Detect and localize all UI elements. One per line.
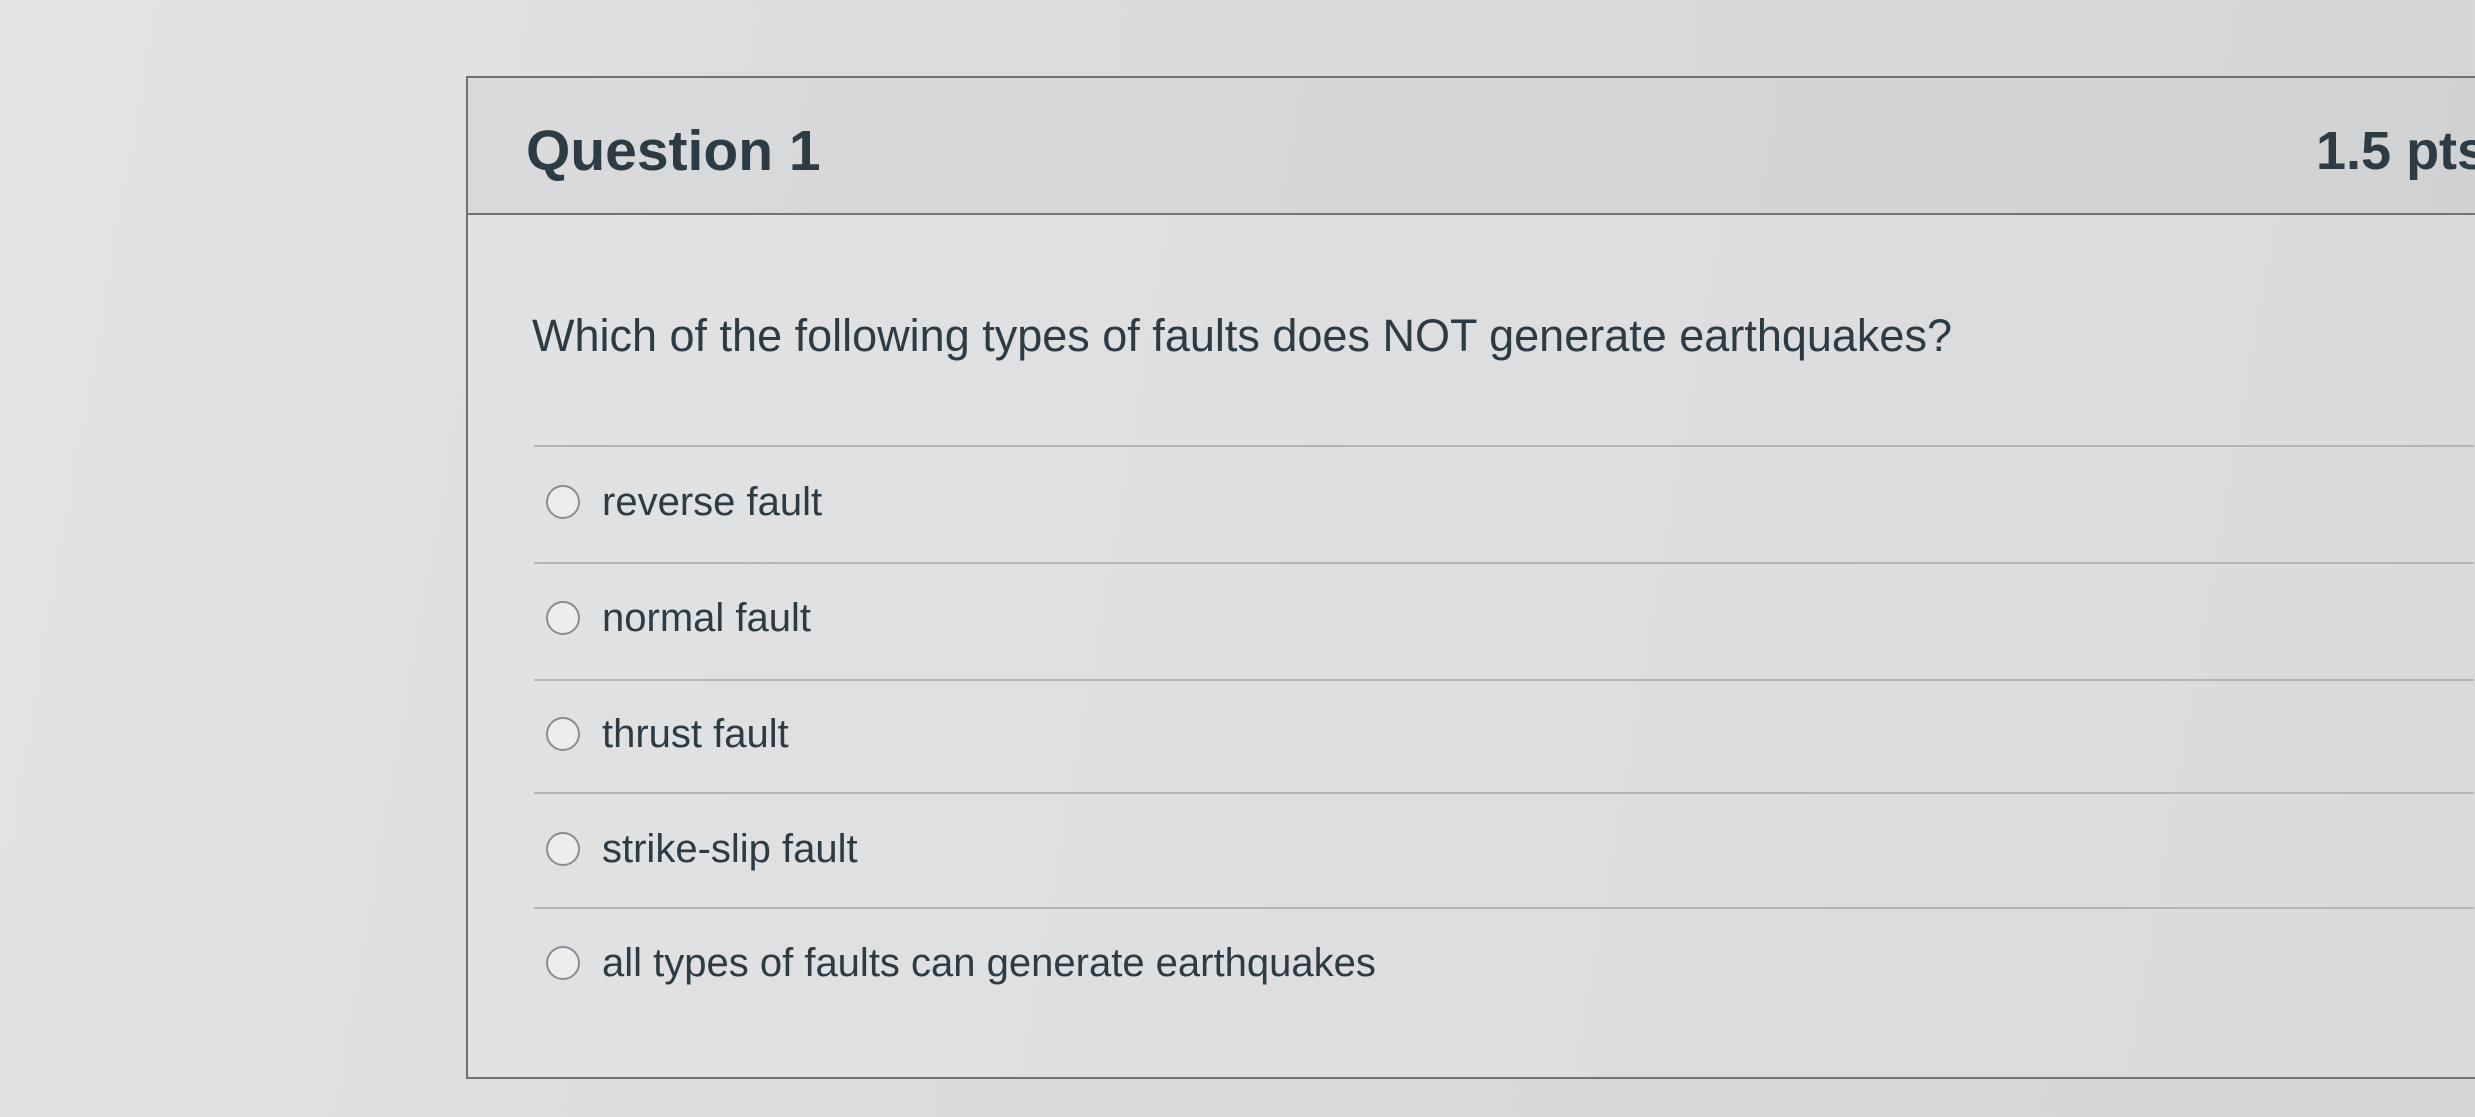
radio-button[interactable] — [546, 832, 580, 866]
radio-button[interactable] — [546, 601, 580, 635]
question-card: Question 1 1.5 pts Which of the followin… — [466, 76, 2475, 1079]
answer-option-reverse-fault[interactable]: reverse fault — [546, 472, 822, 532]
radio-button[interactable] — [546, 485, 580, 519]
answer-label: strike-slip fault — [602, 826, 858, 871]
radio-button[interactable] — [546, 717, 580, 751]
question-points: 1.5 pts — [2316, 121, 2475, 181]
answer-option-all-types[interactable]: all types of faults can generate earthqu… — [546, 933, 1376, 993]
question-title: Question 1 — [526, 119, 821, 183]
radio-button[interactable] — [546, 946, 580, 980]
question-header: Question 1 1.5 pts — [468, 78, 2475, 215]
answer-divider — [534, 679, 2474, 681]
answer-label: normal fault — [602, 595, 811, 640]
answer-label: all types of faults can generate earthqu… — [602, 940, 1376, 985]
answer-label: thrust fault — [602, 711, 789, 756]
answer-divider — [534, 562, 2474, 564]
answer-label: reverse fault — [602, 479, 823, 524]
answer-option-normal-fault[interactable]: normal fault — [546, 588, 811, 648]
answer-divider — [534, 792, 2474, 794]
answer-option-strike-slip-fault[interactable]: strike-slip fault — [546, 819, 858, 879]
answer-divider — [534, 445, 2474, 447]
question-text: Which of the following types of faults d… — [532, 310, 1952, 361]
answer-option-thrust-fault[interactable]: thrust fault — [546, 704, 789, 764]
answer-divider — [534, 907, 2474, 909]
